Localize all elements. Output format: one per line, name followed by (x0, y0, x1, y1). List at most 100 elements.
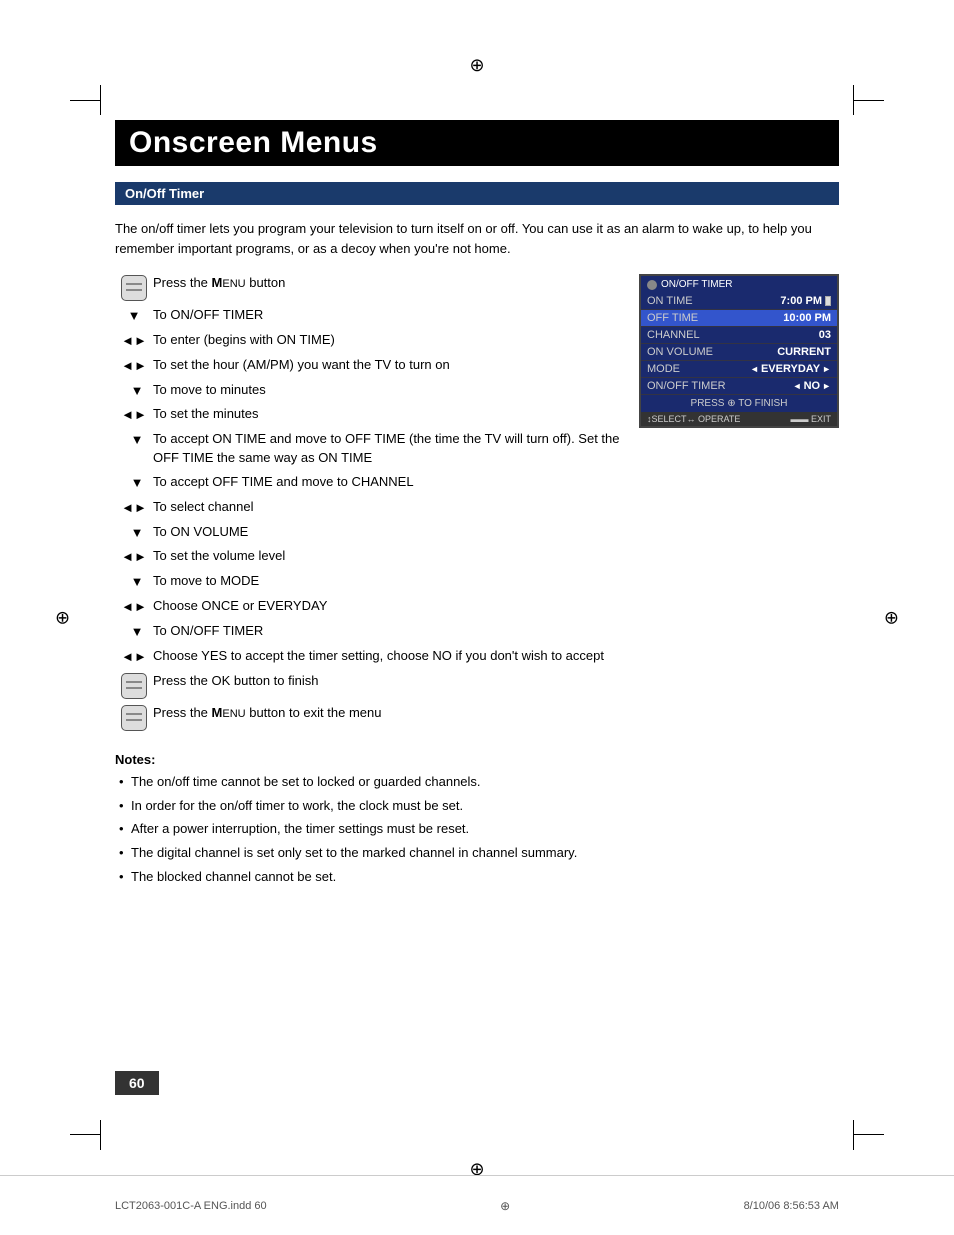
instruction-row-5: ◄► To set the minutes (115, 405, 623, 425)
menu-button-icon-16 (121, 705, 147, 731)
tv-menu-label-channel: CHANNEL (647, 329, 700, 341)
instruction-text-15: Press the OK button to finish (153, 672, 623, 691)
instruction-text-6: To accept ON TIME and move to OFF TIME (… (153, 430, 623, 468)
instruction-icon-3: ◄► (115, 356, 153, 376)
tv-menu-value-on-volume: CURRENT (777, 346, 831, 358)
note-item-2: After a power interruption, the timer se… (115, 820, 839, 839)
instruction-row-11: ▼ To move to MODE (115, 572, 623, 592)
tv-menu-finish-text: PRESS ⊕ TO FINISH (691, 398, 788, 409)
note-item-0: The on/off time cannot be set to locked … (115, 773, 839, 792)
instruction-row-3: ◄► To set the hour (AM/PM) you want the … (115, 356, 623, 376)
tv-menu-nav-right: ▬▬ EXIT (790, 414, 831, 424)
instruction-text-12: Choose ONCE or EVERYDAY (153, 597, 623, 616)
instruction-row-7: ▼ To accept OFF TIME and move to CHANNEL (115, 473, 623, 493)
footer-center-crosshair: ⊕ (500, 1199, 510, 1213)
instruction-icon-15 (115, 672, 153, 699)
tv-menu-value-off-time: 10:00 PM (783, 312, 831, 324)
notes-title: Notes: (115, 752, 839, 767)
instruction-text-5: To set the minutes (153, 405, 623, 424)
corner-mark-tl-h (70, 100, 100, 101)
instruction-text-0: Press the MENU button (153, 274, 623, 293)
instruction-icon-5: ◄► (115, 405, 153, 425)
tv-menu-row-on-time: ON TIME 7:00 PM (641, 293, 837, 310)
tv-menu-label-onoff-timer: ON/OFF TIMER (647, 380, 726, 392)
instruction-row-1: ▼ To ON/OFF TIMER (115, 306, 623, 326)
instruction-icon-10: ◄► (115, 547, 153, 567)
crosshair-right-icon: ⊕ (884, 607, 899, 628)
page-number: 60 (129, 1075, 145, 1091)
tv-menu-row-channel: CHANNEL 03 (641, 327, 837, 344)
crosshair-top-icon: ⊕ (469, 55, 484, 76)
instruction-text-3: To set the hour (AM/PM) you want the TV … (153, 356, 623, 375)
tv-menu-title-row: ON/OFF TIMER (641, 276, 837, 293)
tv-menu-value-mode: EVERYDAY (750, 363, 831, 375)
corner-mark-tr-h (854, 100, 884, 101)
instruction-row-12: ◄► Choose ONCE or EVERYDAY (115, 597, 623, 617)
corner-mark-tr-v (853, 85, 854, 115)
instruction-icon-12: ◄► (115, 597, 153, 617)
instruction-icon-4: ▼ (115, 381, 153, 401)
tv-menu-value-onoff-timer: NO (793, 380, 831, 392)
intro-text: The on/off timer lets you program your t… (115, 219, 839, 258)
instruction-text-13: To ON/OFF TIMER (153, 622, 623, 641)
instruction-row-10: ◄► To set the volume level (115, 547, 623, 567)
tv-menu-row-mode: MODE EVERYDAY (641, 361, 837, 378)
tv-menu-circle-icon (647, 280, 657, 290)
content-area: Onscreen Menus On/Off Timer The on/off t… (115, 120, 839, 1115)
tv-menu-title: ON/OFF TIMER (661, 279, 732, 290)
note-item-4: The blocked channel cannot be set. (115, 868, 839, 887)
instruction-text-10: To set the volume level (153, 547, 623, 566)
tv-menu-row-off-time: OFF TIME 10:00 PM (641, 310, 837, 327)
instruction-row-14: ◄► Choose YES to accept the timer settin… (115, 647, 623, 667)
instruction-icon-0 (115, 274, 153, 301)
instruction-icon-9: ▼ (115, 523, 153, 543)
instruction-icon-8: ◄► (115, 498, 153, 518)
menu-button-icon-15 (121, 673, 147, 699)
tv-menu-label-mode: MODE (647, 363, 680, 375)
crosshair-left-icon: ⊕ (55, 607, 70, 628)
instruction-icon-11: ▼ (115, 572, 153, 592)
instruction-row-0: Press the MENU button (115, 274, 623, 301)
instruction-icon-1: ▼ (115, 306, 153, 326)
corner-mark-bl-v (100, 1120, 101, 1150)
instruction-row-16: Press the MENU button to exit the menu (115, 704, 623, 731)
page-title: Onscreen Menus (129, 126, 825, 160)
corner-mark-tl-v (100, 85, 101, 115)
instruction-row-6: ▼ To accept ON TIME and move to OFF TIME… (115, 430, 623, 468)
instruction-row-4: ▼ To move to minutes (115, 381, 623, 401)
tv-menu-label-on-volume: ON VOLUME (647, 346, 713, 358)
page-number-box: 60 (115, 1071, 159, 1095)
section-header: On/Off Timer (115, 182, 839, 205)
instruction-text-7: To accept OFF TIME and move to CHANNEL (153, 473, 623, 492)
tv-menu-label-off-time: OFF TIME (647, 312, 698, 324)
corner-mark-br-h (854, 1134, 884, 1135)
footer-left-text: LCT2063-001C-A ENG.indd 60 (115, 1200, 267, 1212)
instruction-text-2: To enter (begins with ON TIME) (153, 331, 623, 350)
instruction-icon-14: ◄► (115, 647, 153, 667)
tv-menu-value-on-time: 7:00 PM (780, 295, 831, 307)
instruction-text-14: Choose YES to accept the timer setting, … (153, 647, 623, 666)
corner-mark-bl-h (70, 1134, 100, 1135)
instruction-text-9: To ON VOLUME (153, 523, 623, 542)
tv-menu-finish-row: PRESS ⊕ TO FINISH (641, 395, 837, 412)
instruction-row-15: Press the OK button to finish (115, 672, 623, 699)
instruction-icon-6: ▼ (115, 430, 153, 450)
tv-menu-label-on-time: ON TIME (647, 295, 693, 307)
instruction-row-8: ◄► To select channel (115, 498, 623, 518)
instruction-text-11: To move to MODE (153, 572, 623, 591)
instruction-text-8: To select channel (153, 498, 623, 517)
tv-menu-value-channel: 03 (819, 329, 831, 341)
instruction-text-16: Press the MENU button to exit the menu (153, 704, 623, 723)
footer-right-text: 8/10/06 8:56:53 AM (744, 1200, 839, 1212)
instruction-text-1: To ON/OFF TIMER (153, 306, 623, 325)
corner-mark-br-v (853, 1120, 854, 1150)
instructions-wrapper: Press the MENU button ▼ To ON/OFF TIMER … (115, 274, 839, 736)
note-item-3: The digital channel is set only set to t… (115, 844, 839, 863)
tv-menu-row-onoff-timer: ON/OFF TIMER NO (641, 378, 837, 395)
instruction-text-4: To move to minutes (153, 381, 623, 400)
page-container: ⊕ ⊕ ⊕ ⊕ Onscreen Menus On/Off Timer The … (0, 0, 954, 1235)
tv-menu-nav-row: ↕SELECT↔ OPERATE ▬▬ EXIT (641, 412, 837, 426)
footer-bar: LCT2063-001C-A ENG.indd 60 ⊕ 8/10/06 8:5… (0, 1175, 954, 1235)
instructions-list: Press the MENU button ▼ To ON/OFF TIMER … (115, 274, 623, 736)
instruction-row-13: ▼ To ON/OFF TIMER (115, 622, 623, 642)
